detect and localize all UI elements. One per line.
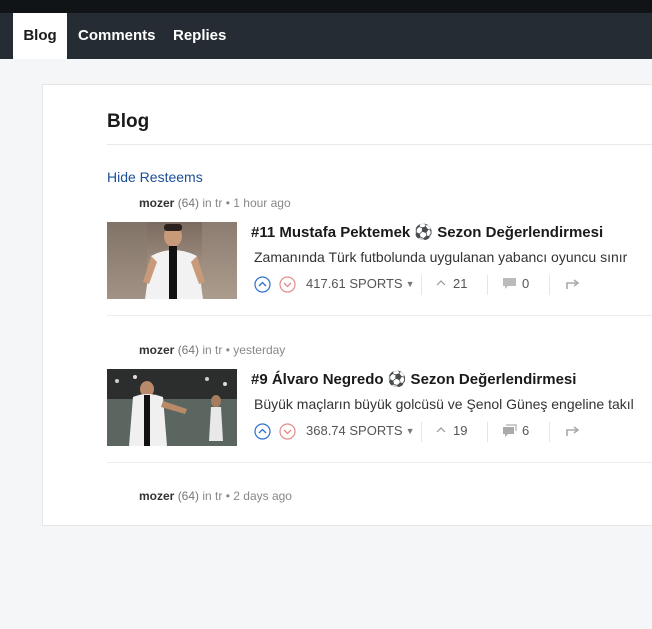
tab-bar: Blog Comments Replies xyxy=(0,13,652,59)
post-author[interactable]: mozer xyxy=(139,489,174,503)
resteem-button[interactable] xyxy=(565,277,581,294)
author-reputation: (64) xyxy=(177,196,200,210)
payout-dropdown[interactable]: 417.61 SPORTS ▼ xyxy=(306,276,415,291)
post-excerpt[interactable]: Zamanında Türk futbolunda uygulanan yaba… xyxy=(254,249,627,265)
post-title[interactable]: #9 Álvaro Negredo ⚽ Sezon Değerlendirmes… xyxy=(251,370,576,388)
post-divider xyxy=(107,315,652,316)
votes-value: 21 xyxy=(453,276,468,291)
comments-count[interactable]: 0 xyxy=(502,276,529,291)
downvote-button[interactable] xyxy=(279,423,296,440)
post-item: mozer (64) in tr • 2 days ago xyxy=(107,489,652,629)
post-category[interactable]: in tr xyxy=(202,489,222,503)
post-category[interactable]: in tr xyxy=(202,196,222,210)
post-divider xyxy=(107,462,652,463)
upvote-button[interactable] xyxy=(254,423,271,440)
post-footer: 368.74 SPORTS ▼ 19 6 xyxy=(254,422,652,442)
title-divider xyxy=(107,144,652,145)
post-time[interactable]: 1 hour ago xyxy=(233,196,290,210)
chevron-up-circle-icon xyxy=(254,423,271,440)
comments-count[interactable]: 6 xyxy=(502,423,529,438)
chevron-up-icon xyxy=(436,280,446,286)
comments-value: 0 xyxy=(522,276,530,291)
speech-bubbles-icon xyxy=(503,424,517,437)
downvote-button[interactable] xyxy=(279,276,296,293)
speech-bubble-icon xyxy=(503,278,516,289)
caret-down-icon: ▼ xyxy=(405,279,415,289)
divider xyxy=(487,275,488,295)
post-meta: mozer (64) in tr • 1 hour ago xyxy=(139,196,291,210)
top-bar xyxy=(0,0,652,13)
tab-replies[interactable]: Replies xyxy=(173,13,226,59)
post-time[interactable]: 2 days ago xyxy=(233,489,292,503)
divider xyxy=(549,275,550,295)
page-title: Blog xyxy=(107,111,150,132)
chevron-down-circle-icon xyxy=(279,276,296,293)
resteem-button[interactable] xyxy=(565,424,581,441)
divider xyxy=(421,422,422,442)
author-reputation: (64) xyxy=(177,489,200,503)
upvote-button[interactable] xyxy=(254,276,271,293)
chevron-down-circle-icon xyxy=(279,423,296,440)
tab-comments[interactable]: Comments xyxy=(78,13,156,59)
post-meta: mozer (64) in tr • yesterday xyxy=(139,343,286,357)
caret-down-icon: ▼ xyxy=(405,426,415,436)
post-item: mozer (64) in tr • yesterday #9 Álvaro N… xyxy=(107,343,652,483)
post-time[interactable]: yesterday xyxy=(233,343,285,357)
votes-count[interactable]: 21 xyxy=(435,276,467,291)
divider xyxy=(421,275,422,295)
post-author[interactable]: mozer xyxy=(139,196,174,210)
post-meta: mozer (64) in tr • 2 days ago xyxy=(139,489,292,503)
payout-value: 368.74 SPORTS xyxy=(306,423,403,438)
payout-dropdown[interactable]: 368.74 SPORTS ▼ xyxy=(306,423,415,438)
divider xyxy=(487,422,488,442)
post-title[interactable]: #11 Mustafa Pektemek ⚽ Sezon Değerlendir… xyxy=(251,223,603,241)
post-thumbnail[interactable] xyxy=(107,369,237,446)
resteem-arrow-icon xyxy=(566,426,580,436)
resteem-arrow-icon xyxy=(566,279,580,289)
chevron-up-circle-icon xyxy=(254,276,271,293)
votes-value: 19 xyxy=(453,423,468,438)
chevron-up-icon xyxy=(436,427,446,433)
post-category[interactable]: in tr xyxy=(202,343,222,357)
tab-blog[interactable]: Blog xyxy=(13,13,67,59)
divider xyxy=(549,422,550,442)
post-thumbnail[interactable] xyxy=(107,222,237,299)
post-footer: 417.61 SPORTS ▼ 21 0 xyxy=(254,275,652,295)
post-excerpt[interactable]: Büyük maçların büyük golcüsü ve Şenol Gü… xyxy=(254,396,634,412)
post-author[interactable]: mozer xyxy=(139,343,174,357)
author-reputation: (64) xyxy=(177,343,200,357)
post-item: mozer (64) in tr • 1 hour ago #11 Mustaf… xyxy=(107,196,652,336)
hide-resteems-link[interactable]: Hide Resteems xyxy=(107,169,203,185)
votes-count[interactable]: 19 xyxy=(435,423,467,438)
comments-value: 6 xyxy=(522,423,530,438)
payout-value: 417.61 SPORTS xyxy=(306,276,403,291)
